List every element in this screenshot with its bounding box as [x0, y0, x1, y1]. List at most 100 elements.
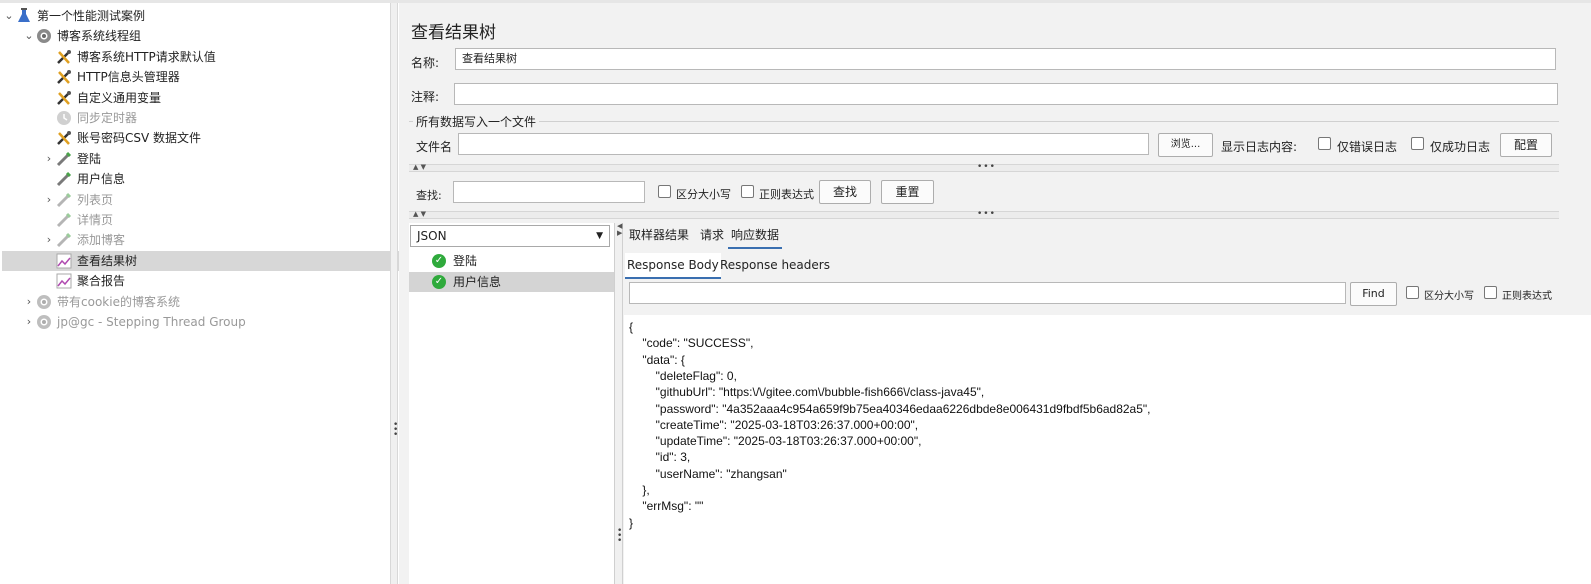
- tree-node-label: 列表页: [77, 192, 114, 207]
- json-line: "id": 3,: [629, 450, 691, 465]
- tree-node[interactable]: › jp@gc - Stepping Thread Group: [23, 312, 246, 332]
- config-wrench-icon: [55, 129, 73, 147]
- filename-label: 文件名: [416, 140, 453, 154]
- test-plan-tree[interactable]: ⌄ 第一个性能测试案例 ⌄ 博客系统线程组 博客系统HTTP请求默认值 HTTP信息头管理…: [0, 3, 431, 584]
- tree-node[interactable]: ⌄ 博客系统线程组: [23, 26, 141, 46]
- tab-response-data[interactable]: 响应数据: [728, 223, 783, 249]
- response-regex-label: 正则表达式: [1502, 291, 1552, 302]
- log-display-label: 显示日志内容:: [1221, 140, 1298, 154]
- tree-node[interactable]: 博客系统HTTP请求默认值: [43, 47, 216, 67]
- tree-node[interactable]: › 带有cookie的博客系统: [23, 292, 180, 312]
- json-line: "errMsg": "": [629, 499, 704, 514]
- fieldset-legend: 所有数据写入一个文件: [413, 113, 540, 130]
- thread-group-gear-icon: [35, 313, 53, 331]
- json-line: "deleteFlag": 0,: [629, 368, 737, 383]
- success-shield-icon: ✓: [432, 275, 446, 289]
- response-case-sensitive-checkbox[interactable]: [1406, 286, 1419, 299]
- tree-node-label: 自定义通用变量: [77, 90, 162, 105]
- renderer-select[interactable]: JSON ▼: [410, 225, 610, 247]
- chevron-down-icon[interactable]: ⌄: [3, 6, 15, 26]
- tab-response-headers[interactable]: Response headers: [718, 253, 832, 277]
- chevron-right-icon[interactable]: ›: [43, 230, 55, 250]
- browse-button[interactable]: 浏览...: [1158, 133, 1213, 157]
- sampler-pipette-icon: [55, 150, 73, 168]
- search-label: 查找:: [416, 189, 442, 202]
- tree-node[interactable]: › 列表页: [43, 190, 113, 210]
- config-wrench-icon: [55, 48, 73, 66]
- tree-node-label: 查看结果树: [77, 253, 138, 268]
- filename-field[interactable]: [458, 133, 1149, 155]
- response-regex-checkbox[interactable]: [1484, 286, 1497, 299]
- tree-node-label: 添加博客: [77, 233, 126, 248]
- tree-node-label: 第一个性能测试案例: [37, 9, 146, 23]
- result-item-label: 用户信息: [453, 275, 502, 289]
- tree-node[interactable]: ⌄ 第一个性能测试案例: [3, 6, 145, 26]
- tree-node-label: jp@gc - Stepping Thread Group: [57, 315, 246, 329]
- tree-node[interactable]: 账号密码CSV 数据文件: [43, 128, 201, 148]
- response-viewer: 取样器结果 请求 响应数据 Response Body Response hea…: [624, 223, 1591, 584]
- configure-button[interactable]: 配置: [1500, 133, 1552, 157]
- result-item[interactable]: ✓ 登陆: [409, 251, 614, 271]
- tab-sampler-result[interactable]: 取样器结果: [626, 223, 692, 247]
- result-item-label: 登陆: [453, 254, 478, 268]
- divider-grip-icon: •••: [977, 162, 996, 172]
- json-line: "data": {: [629, 352, 685, 367]
- tree-node[interactable]: 自定义通用变量: [43, 88, 161, 108]
- result-item[interactable]: ✓ 用户信息: [409, 272, 614, 292]
- collapse-arrows-icon[interactable]: ▲ ▼: [413, 211, 426, 218]
- tree-node[interactable]: 聚合报告: [43, 271, 125, 291]
- regex-checkbox[interactable]: [741, 185, 754, 198]
- reset-button[interactable]: 重置: [881, 180, 934, 204]
- splitter-grip-icon: • • •: [393, 420, 399, 440]
- response-find-button[interactable]: Find: [1350, 282, 1397, 306]
- search-input[interactable]: [453, 181, 645, 203]
- success-only-checkbox[interactable]: [1411, 137, 1424, 150]
- collapse-arrows-icon[interactable]: ▲ ▼: [413, 164, 426, 171]
- tree-node[interactable]: › 登陆: [43, 149, 101, 169]
- config-wrench-icon: [55, 68, 73, 86]
- chevron-right-icon[interactable]: ›: [23, 292, 35, 312]
- chevron-right-icon[interactable]: ›: [23, 312, 35, 332]
- tree-node[interactable]: › 添加博客: [43, 230, 125, 250]
- tree-node-label: 博客系统线程组: [57, 29, 142, 44]
- flask-icon: [15, 7, 33, 25]
- tree-node[interactable]: 同步定时器: [43, 108, 137, 128]
- tab-request[interactable]: 请求: [697, 223, 727, 247]
- tree-node-label: 博客系统HTTP请求默认值: [77, 49, 216, 64]
- sampler-pipette-icon: [55, 231, 73, 249]
- errors-only-checkbox[interactable]: [1318, 137, 1331, 150]
- tree-node-label: 带有cookie的博客系统: [57, 294, 180, 309]
- tree-node-label: 用户信息: [77, 172, 126, 187]
- name-label: 名称:: [411, 56, 440, 70]
- tree-node[interactable]: 查看结果树: [2, 250, 431, 271]
- tree-node[interactable]: 用户信息: [43, 169, 125, 189]
- tree-node-label: 聚合报告: [77, 274, 126, 289]
- response-find-input[interactable]: [629, 282, 1346, 304]
- regex-label: 正则表达式: [759, 188, 814, 201]
- case-sensitive-checkbox[interactable]: [658, 185, 671, 198]
- main-splitter[interactable]: • • •: [390, 3, 398, 584]
- response-body-text[interactable]: { "code": "SUCCESS", "data": { "deleteFl…: [624, 315, 1591, 584]
- name-field[interactable]: 查看结果树: [455, 48, 1556, 70]
- thread-group-gear-icon: [35, 27, 53, 45]
- fieldset-border: [409, 121, 1559, 122]
- view-results-tree-panel: 查看结果树 名称: 查看结果树 注释: 所有数据写入一个文件 文件名 浏览...…: [399, 3, 1591, 584]
- chevron-right-icon[interactable]: ›: [43, 149, 55, 169]
- tab-response-body[interactable]: Response Body: [625, 253, 721, 279]
- results-splitter[interactable]: ◀ ▶ • • •: [615, 223, 623, 584]
- comment-field[interactable]: [454, 83, 1558, 105]
- tree-node[interactable]: HTTP信息头管理器: [43, 67, 180, 87]
- json-line: }: [629, 515, 634, 530]
- tree-node[interactable]: 详情页: [43, 210, 113, 230]
- sampler-pipette-icon: [55, 211, 73, 229]
- panel-title: 查看结果树: [411, 23, 496, 43]
- comment-label: 注释:: [411, 90, 440, 104]
- search-button[interactable]: 查找: [819, 180, 871, 204]
- collapse-arrows-icon[interactable]: ◀ ▶: [617, 223, 622, 237]
- timer-icon: [55, 109, 73, 127]
- result-list[interactable]: JSON ▼ ✓ 登陆 ✓ 用户信息: [409, 223, 615, 584]
- chevron-right-icon[interactable]: ›: [43, 190, 55, 210]
- chevron-down-icon[interactable]: ⌄: [23, 26, 35, 46]
- tree-node-label: 详情页: [77, 213, 114, 227]
- tree-node-label: 账号密码CSV 数据文件: [77, 131, 202, 146]
